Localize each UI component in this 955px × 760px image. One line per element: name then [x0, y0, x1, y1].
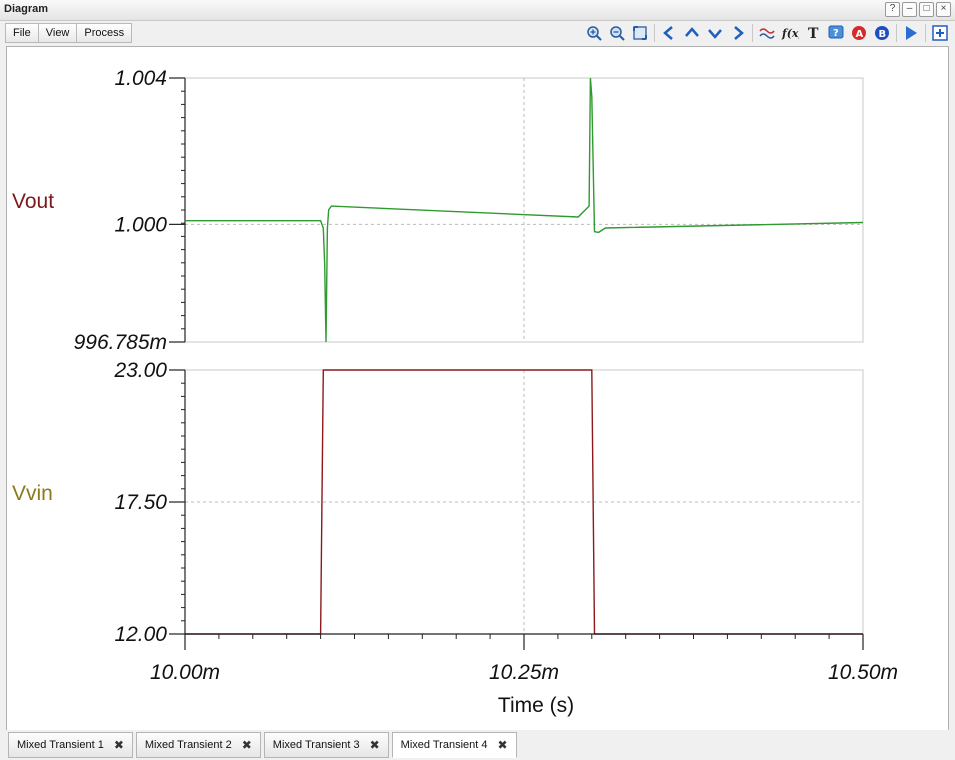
tool-icons: f(x) T ? A B	[585, 24, 949, 42]
text-icon[interactable]: T	[804, 24, 822, 42]
window-title: Diagram	[4, 3, 49, 15]
wave-icon[interactable]	[758, 24, 776, 42]
y-tick-label: 23.00	[113, 359, 167, 382]
close-icon[interactable]: ✖	[498, 738, 508, 752]
window-controls: ? – □ ×	[885, 2, 951, 17]
maximize-button[interactable]: □	[919, 2, 934, 17]
zoom-in-icon[interactable]	[585, 24, 603, 42]
menu-bar: File View Process	[5, 23, 133, 43]
y-axis-label: Vvin	[12, 482, 53, 505]
add-window-icon[interactable]	[931, 24, 949, 42]
play-icon[interactable]	[902, 24, 920, 42]
arrow-down-icon[interactable]	[706, 24, 724, 42]
svg-text:?: ?	[833, 28, 839, 39]
y-tick-label: 17.50	[114, 491, 167, 514]
x-tick-label: 10.00m	[150, 661, 220, 684]
tab-mixed-transient-3[interactable]: Mixed Transient 3 ✖	[263, 732, 389, 758]
fit-view-icon[interactable]	[631, 24, 649, 42]
y-tick-label: 12.00	[114, 623, 167, 646]
svg-text:A: A	[856, 29, 864, 40]
arrow-up-icon[interactable]	[683, 24, 701, 42]
menu-process[interactable]: Process	[76, 23, 133, 43]
svg-text:T: T	[808, 26, 819, 41]
x-axis-label: Time (s)	[498, 694, 574, 717]
y-tick-label: 1.004	[114, 67, 167, 90]
transient-chart[interactable]: 996.785m 1.000 1.004 Vout 12.00 17.50 23.00 Vvi…	[7, 47, 948, 730]
y-axis-label: Vout	[12, 190, 54, 213]
zoom-out-icon[interactable]	[608, 24, 626, 42]
toolbar: File View Process f(x)	[0, 21, 955, 46]
tab-bar: Mixed Transient 1 ✖ Mixed Transient 2 ✖ …	[0, 730, 955, 760]
x-tick-label: 10.50m	[828, 661, 898, 684]
arrow-right-icon[interactable]	[729, 24, 747, 42]
plot-panel: 996.785m 1.000 1.004 Vout 12.00 17.50 23.00 Vvi…	[6, 46, 949, 731]
cursor-b-icon[interactable]: B	[873, 24, 891, 42]
help-icon[interactable]: ?	[827, 24, 845, 42]
function-icon[interactable]: f(x)	[781, 24, 799, 42]
cursor-a-icon[interactable]: A	[850, 24, 868, 42]
svg-text:B: B	[879, 29, 887, 40]
help-button[interactable]: ?	[885, 2, 900, 17]
menu-file[interactable]: File	[5, 23, 39, 43]
x-tick-label: 10.25m	[489, 661, 559, 684]
minimize-button[interactable]: –	[902, 2, 917, 17]
window-titlebar: Diagram ? – □ ×	[0, 0, 955, 21]
toolbar-separator	[654, 24, 655, 42]
tab-label: Mixed Transient 3	[272, 739, 360, 751]
toolbar-separator	[925, 24, 926, 42]
tab-mixed-transient-1[interactable]: Mixed Transient 1 ✖	[8, 732, 133, 758]
toolbar-separator	[752, 24, 753, 42]
arrow-left-icon[interactable]	[660, 24, 678, 42]
tab-mixed-transient-2[interactable]: Mixed Transient 2 ✖	[135, 732, 261, 758]
close-icon[interactable]: ✖	[370, 738, 380, 752]
close-button[interactable]: ×	[936, 2, 951, 17]
menu-view[interactable]: View	[37, 23, 78, 43]
tab-label: Mixed Transient 2	[144, 739, 232, 751]
tab-label: Mixed Transient 4	[400, 739, 488, 751]
close-icon[interactable]: ✖	[242, 738, 252, 752]
toolbar-separator	[896, 24, 897, 42]
tab-mixed-transient-4[interactable]: Mixed Transient 4 ✖	[391, 732, 517, 758]
close-icon[interactable]: ✖	[114, 738, 124, 752]
y-tick-label: 996.785m	[74, 331, 167, 354]
svg-text:f(x): f(x)	[781, 27, 799, 40]
tab-label: Mixed Transient 1	[17, 739, 104, 751]
y-tick-label: 1.000	[114, 213, 167, 236]
